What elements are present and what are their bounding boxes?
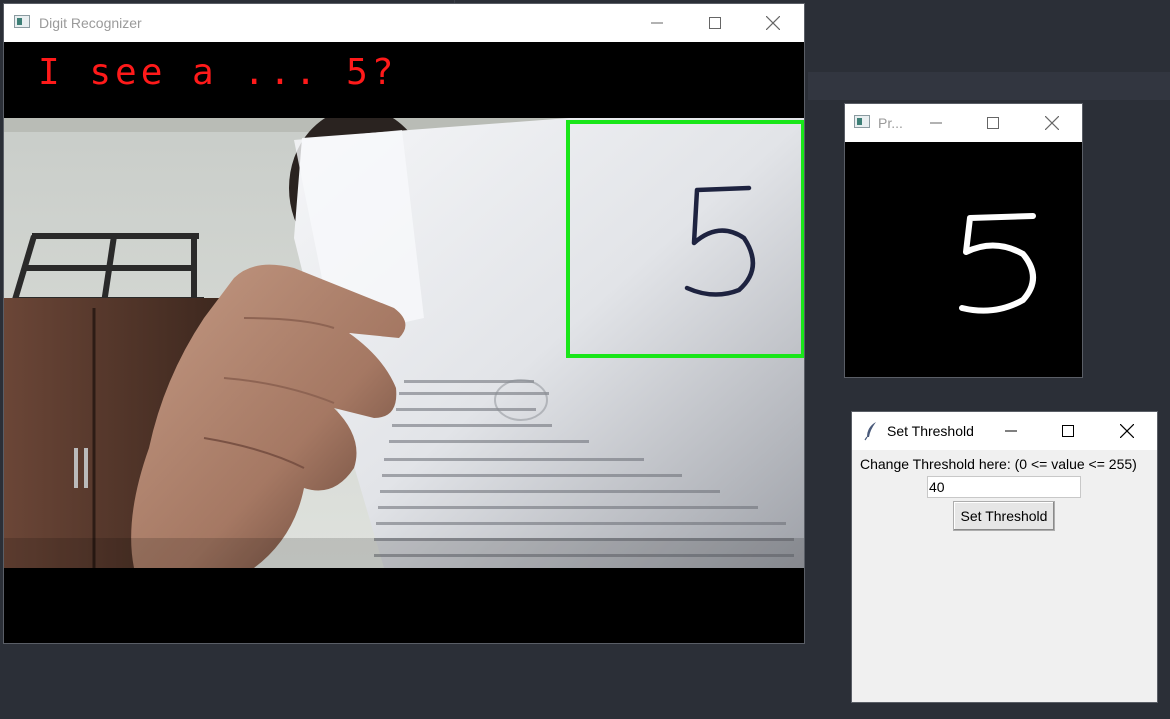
maximize-icon bbox=[987, 117, 999, 129]
maximize-button[interactable] bbox=[970, 104, 1016, 142]
maximize-button[interactable] bbox=[692, 4, 738, 42]
set-threshold-button[interactable]: Set Threshold bbox=[953, 501, 1055, 531]
maximize-button[interactable] bbox=[1045, 412, 1091, 450]
close-button[interactable] bbox=[1104, 412, 1150, 450]
thresholded-digit-image bbox=[959, 213, 1036, 314]
threshold-label: Change Threshold here: (0 <= value <= 25… bbox=[860, 456, 1137, 472]
minimize-icon bbox=[930, 122, 942, 124]
title-bar[interactable]: Set Threshold bbox=[852, 412, 1157, 450]
app-icon bbox=[854, 115, 870, 128]
window-title: Pr... bbox=[878, 115, 903, 131]
close-icon bbox=[766, 16, 780, 30]
window-title: Set Threshold bbox=[887, 423, 974, 439]
minimize-icon bbox=[651, 22, 663, 24]
window-title: Digit Recognizer bbox=[39, 15, 142, 31]
digit-recognizer-window: Digit Recognizer I see a ... 5? bbox=[4, 4, 804, 643]
maximize-icon bbox=[709, 17, 721, 29]
background-window-edge bbox=[808, 72, 1170, 100]
app-icon bbox=[14, 15, 30, 28]
set-threshold-window: Set Threshold Change Threshold here: (0 … bbox=[852, 412, 1157, 702]
title-bar[interactable]: Pr... bbox=[845, 104, 1082, 142]
minimize-button[interactable] bbox=[634, 4, 680, 42]
minimize-button[interactable] bbox=[988, 412, 1034, 450]
roi-box bbox=[566, 120, 804, 358]
preview-window: Pr... bbox=[845, 104, 1082, 377]
close-button[interactable] bbox=[1029, 104, 1075, 142]
minimize-button[interactable] bbox=[913, 104, 959, 142]
threshold-input[interactable] bbox=[927, 476, 1081, 498]
close-icon bbox=[1120, 424, 1134, 438]
camera-feed bbox=[4, 118, 804, 568]
title-bar[interactable]: Digit Recognizer bbox=[4, 4, 804, 42]
video-canvas: I see a ... 5? bbox=[4, 42, 804, 643]
maximize-icon bbox=[1062, 425, 1074, 437]
prediction-text: I see a ... 5? bbox=[38, 52, 398, 93]
feather-icon bbox=[864, 422, 876, 441]
preview-canvas bbox=[845, 142, 1082, 377]
minimize-icon bbox=[1005, 430, 1017, 432]
close-button[interactable] bbox=[750, 4, 796, 42]
close-icon bbox=[1045, 116, 1059, 130]
